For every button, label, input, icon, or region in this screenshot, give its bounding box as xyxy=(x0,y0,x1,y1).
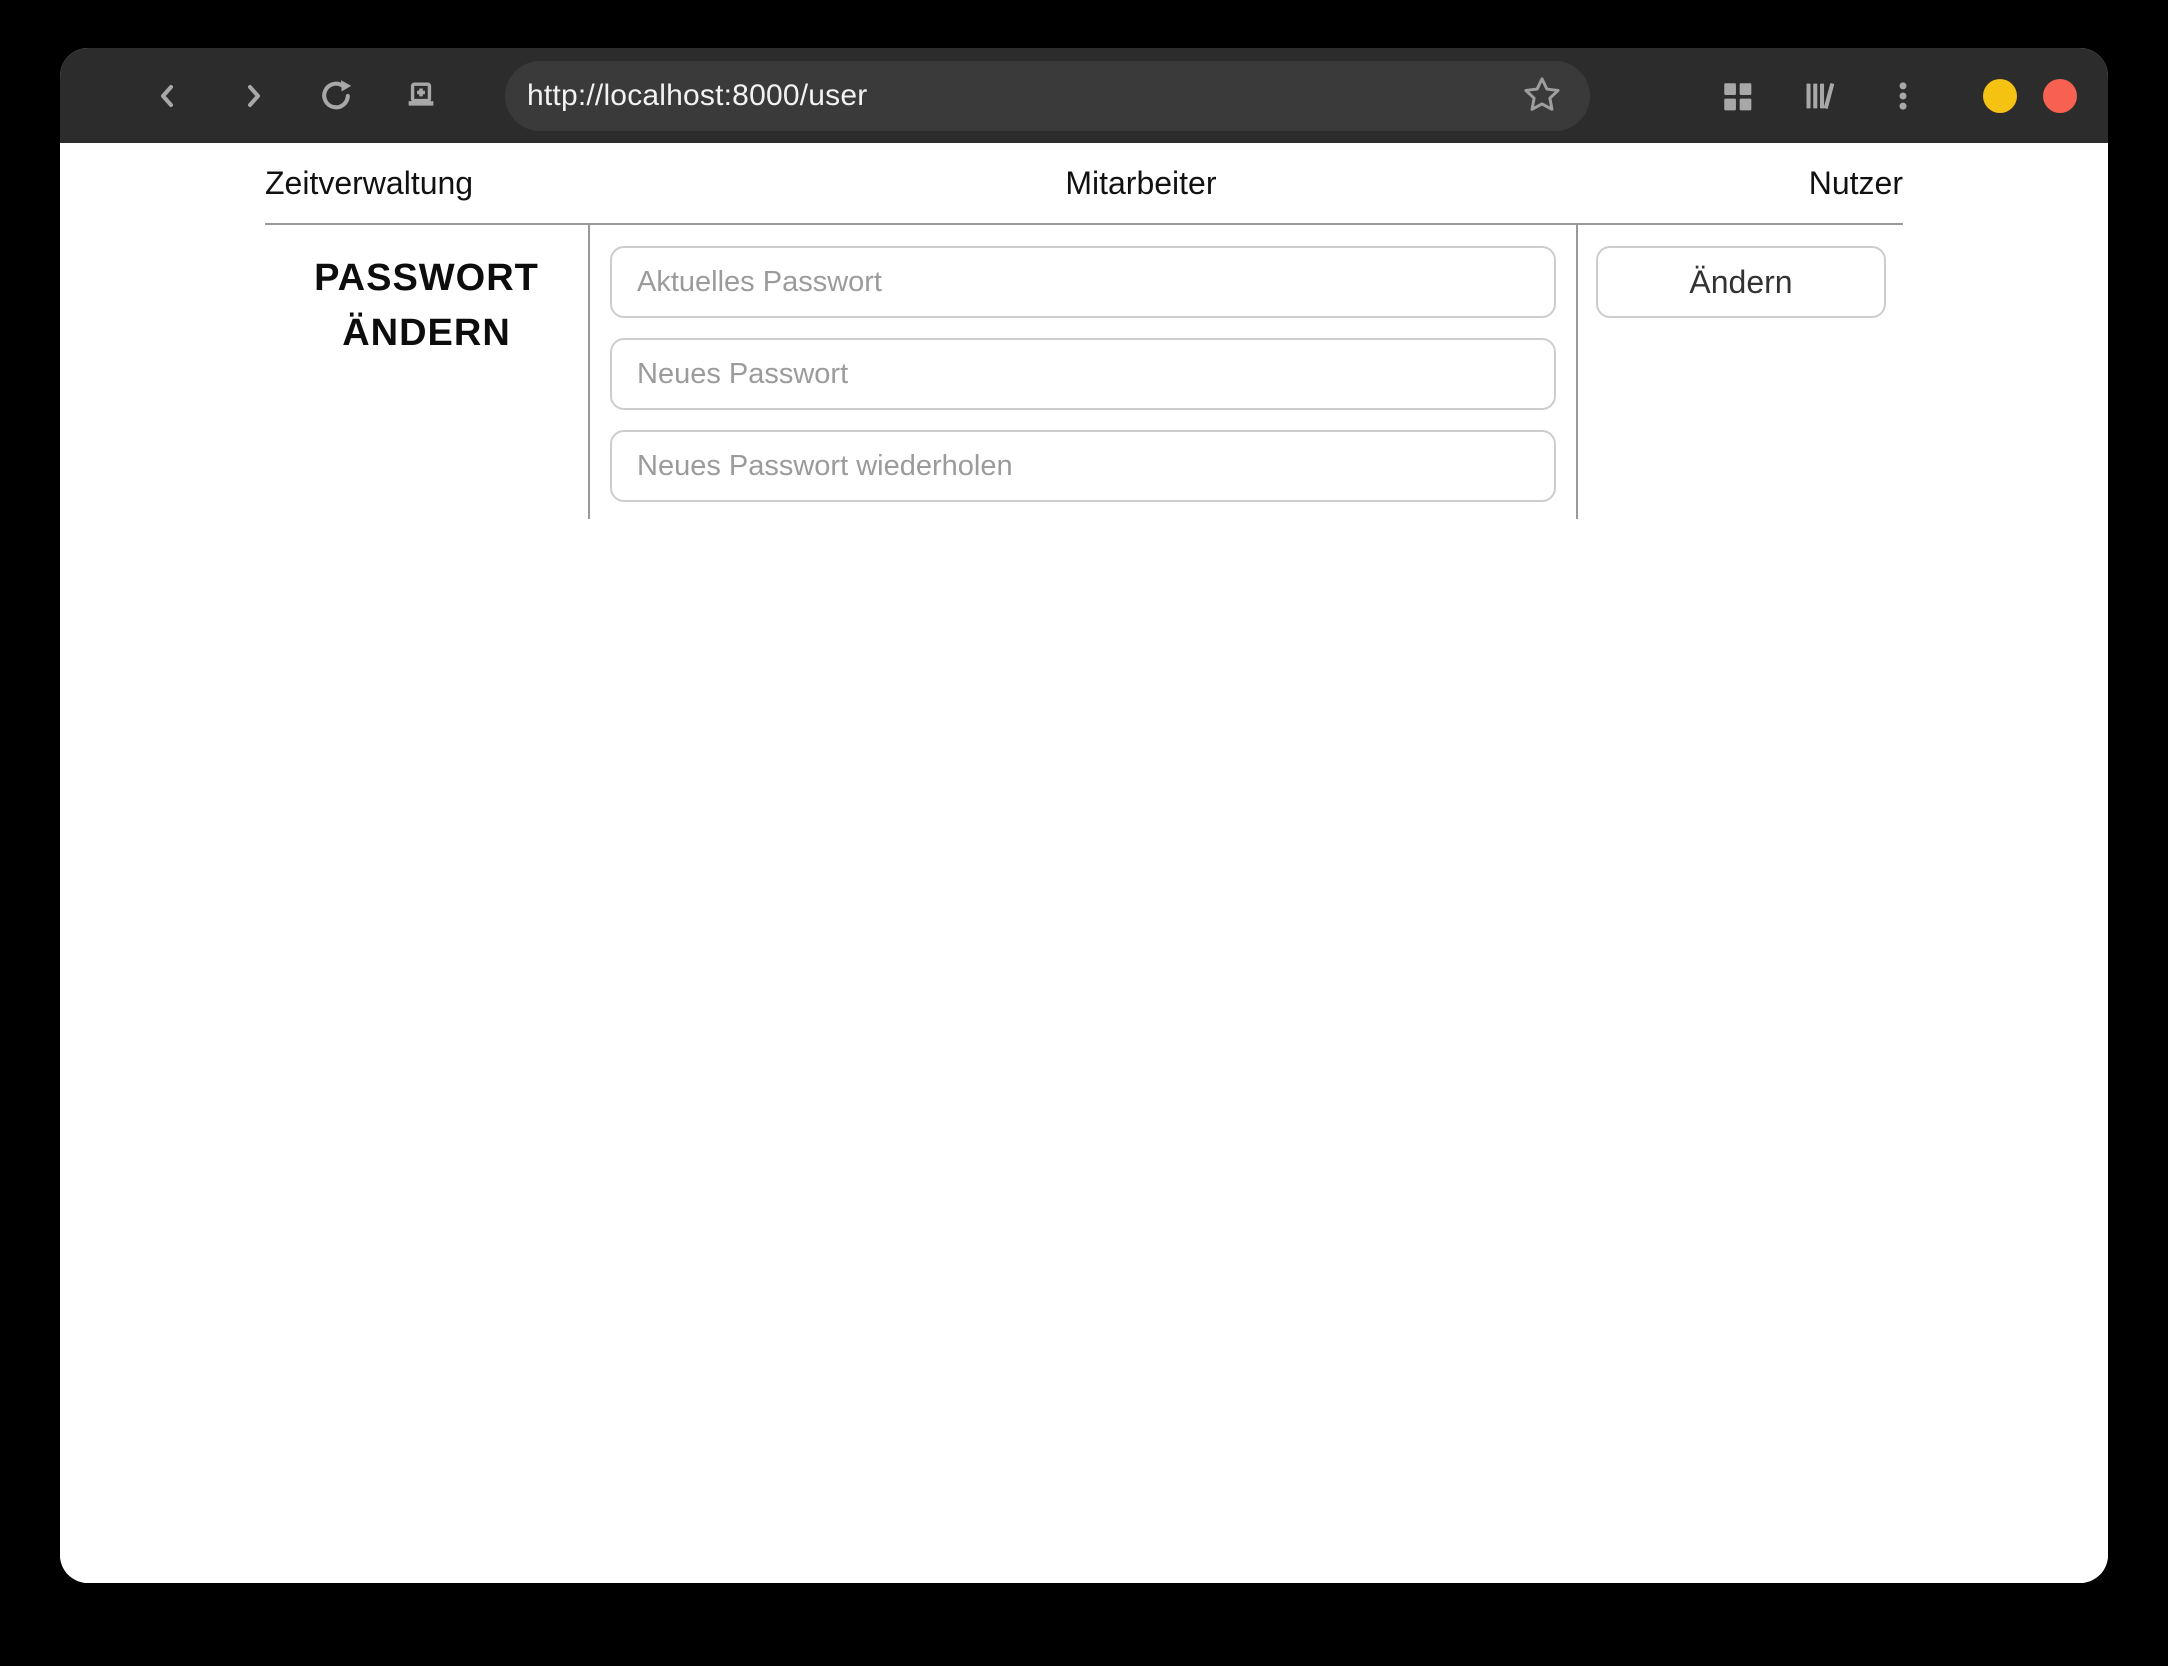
password-heading-cell: PASSWORT ÄNDERN xyxy=(265,225,590,519)
password-heading: PASSWORT ÄNDERN xyxy=(314,257,539,354)
repeat-password-input[interactable] xyxy=(610,430,1556,502)
nav-item-mitarbeiter[interactable]: Mitarbeiter xyxy=(1065,165,1216,202)
password-submit-cell: Ändern xyxy=(1578,225,1903,519)
reload-button[interactable] xyxy=(312,72,360,120)
main-nav: Zeitverwaltung Mitarbeiter Nutzer xyxy=(265,143,1903,225)
reload-icon xyxy=(318,78,354,114)
library-icon xyxy=(1802,78,1838,114)
kebab-menu-icon xyxy=(1886,79,1920,113)
library-button[interactable] xyxy=(1796,72,1844,120)
nav-item-nutzer[interactable]: Nutzer xyxy=(1809,165,1903,202)
url-bar[interactable]: http://localhost:8000/user xyxy=(505,61,1590,131)
url-text[interactable]: http://localhost:8000/user xyxy=(505,79,867,113)
new-tab-icon xyxy=(403,78,439,114)
bookmark-star-icon xyxy=(1521,74,1563,119)
extensions-grid-icon xyxy=(1720,79,1754,113)
change-password-button[interactable]: Ändern xyxy=(1596,246,1886,318)
browser-window: http://localhost:8000/user Zeitverwaltun… xyxy=(60,48,2108,1583)
nav-item-zeitverwaltung[interactable]: Zeitverwaltung xyxy=(265,165,473,202)
new-password-input[interactable] xyxy=(610,338,1556,410)
bookmark-button[interactable] xyxy=(1520,74,1564,118)
window-control-minimize[interactable] xyxy=(1983,79,2017,113)
back-icon xyxy=(152,80,184,112)
new-tab-button[interactable] xyxy=(397,72,445,120)
extensions-button[interactable] xyxy=(1713,72,1761,120)
back-button[interactable] xyxy=(144,72,192,120)
menu-button[interactable] xyxy=(1879,72,1927,120)
password-fields-cell xyxy=(590,225,1578,519)
forward-icon xyxy=(237,80,269,112)
browser-toolbar: http://localhost:8000/user xyxy=(60,48,2108,143)
window-control-close[interactable] xyxy=(2043,79,2077,113)
page-content: Zeitverwaltung Mitarbeiter Nutzer PASSWO… xyxy=(60,143,2108,1583)
password-change-section: PASSWORT ÄNDERN Ändern xyxy=(265,225,1903,519)
current-password-input[interactable] xyxy=(610,246,1556,318)
screen: http://localhost:8000/user Zeitverwaltun… xyxy=(0,0,2168,1666)
forward-button[interactable] xyxy=(229,72,277,120)
